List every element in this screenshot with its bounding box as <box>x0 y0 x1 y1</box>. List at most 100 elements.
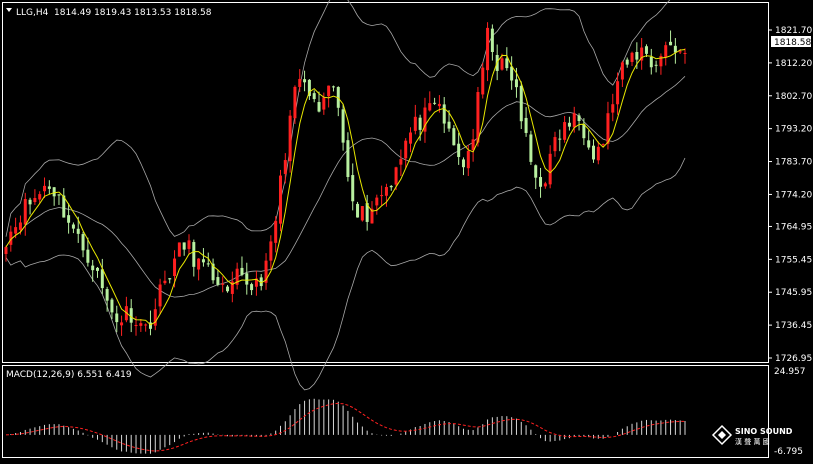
candle-body <box>683 52 687 54</box>
candle-body <box>4 247 8 254</box>
candle-body <box>351 175 355 202</box>
candle-body <box>461 159 465 168</box>
dropdown-triangle-icon[interactable] <box>6 8 12 12</box>
candle-body <box>269 241 273 261</box>
price-tick-label: 1764.95 <box>775 222 812 232</box>
price-axis: 1821.70 1812.20 1802.70 1793.20 1783.70 1774.… <box>768 26 812 364</box>
candle-body <box>620 62 624 80</box>
candle-body <box>644 46 648 54</box>
candle-body <box>331 86 335 88</box>
price-tick-label: 1726.95 <box>775 354 812 364</box>
candle-body <box>486 27 490 71</box>
candle-body <box>293 86 297 119</box>
price-tick-label: 1802.70 <box>775 92 812 102</box>
logo-line1: SINO SOUND <box>735 427 793 436</box>
chart-svg[interactable]: 1821.70 1812.20 1802.70 1793.20 1783.70 1774.… <box>0 0 813 460</box>
candle-body <box>67 215 71 223</box>
candle-body <box>216 277 220 285</box>
candle-body <box>577 115 581 122</box>
candle-body <box>52 187 56 197</box>
candle-body <box>558 138 562 140</box>
candle-body <box>625 59 629 65</box>
bollinger-middle <box>5 76 686 298</box>
candle-body <box>490 28 494 53</box>
candle-body <box>543 183 547 187</box>
candle-body <box>76 228 80 234</box>
price-tick-label: 1755.45 <box>775 255 812 265</box>
candle-body <box>437 103 441 107</box>
candle-body <box>240 267 244 275</box>
candle-body <box>375 197 379 206</box>
candle-body <box>505 58 509 69</box>
candle-body <box>283 160 287 174</box>
logo-line2: 漢 聲 萬 國 <box>735 437 770 446</box>
candle-body <box>587 140 591 148</box>
candle-body <box>173 258 177 277</box>
candle-body <box>197 258 201 270</box>
candle-body <box>201 259 205 263</box>
candle-body <box>250 284 254 291</box>
candle-body <box>288 115 292 162</box>
bollinger-upper <box>5 0 671 237</box>
price-tick-label: 1745.95 <box>775 288 812 298</box>
candle-body <box>81 234 85 251</box>
price-tick-label: 1812.20 <box>775 59 812 69</box>
candle-body <box>206 263 210 265</box>
candle-body <box>678 51 682 53</box>
candle-body <box>110 299 114 313</box>
candle-body <box>327 85 331 97</box>
candle-body <box>572 113 576 128</box>
candle-body <box>514 79 518 88</box>
candle-body <box>442 104 446 124</box>
candle-body <box>384 187 388 196</box>
ohlc-values: 1814.49 1819.43 1813.53 1818.58 <box>54 8 212 18</box>
candle-body <box>192 242 196 267</box>
candle-body <box>38 194 42 200</box>
candle-body <box>168 278 172 280</box>
moving-average <box>5 49 686 326</box>
price-tick-label: 1793.20 <box>775 125 812 135</box>
candle-body <box>47 186 51 189</box>
candle-body <box>500 58 504 70</box>
macd-signal <box>5 402 686 452</box>
candle-body <box>356 203 360 218</box>
candle-body <box>226 286 230 292</box>
candle-body <box>524 117 528 133</box>
candle-body <box>187 240 191 249</box>
macd-axis-bottom: -6.795 <box>774 447 803 457</box>
candle-body <box>596 146 600 161</box>
candle-body <box>100 269 104 289</box>
candle-body <box>539 177 543 187</box>
candle-body <box>413 116 417 131</box>
candle-body <box>476 92 480 143</box>
candle-body <box>418 117 422 130</box>
candle-body <box>457 143 461 157</box>
ma-line <box>5 49 686 326</box>
candle-body <box>86 249 90 263</box>
candle-body <box>664 45 668 58</box>
macd-histogram <box>10 398 686 454</box>
candle-body <box>71 224 75 229</box>
symbol-timeframe: LLG,H4 <box>16 8 49 18</box>
candle-body <box>452 128 456 146</box>
candle-body <box>298 78 302 87</box>
candle-body <box>567 122 571 127</box>
candle-body <box>447 121 451 129</box>
candle-body <box>380 195 384 197</box>
price-tick-label: 1821.70 <box>775 26 812 36</box>
candle-body <box>601 144 605 146</box>
candle-body <box>654 64 658 66</box>
bollinger-bands <box>5 0 686 391</box>
candle-body <box>278 175 282 224</box>
candle-body <box>57 194 61 196</box>
candle-body <box>673 45 677 53</box>
candle-body <box>346 140 350 178</box>
candle-body <box>389 185 393 188</box>
candle-body <box>105 289 109 301</box>
candle-body <box>394 167 398 185</box>
chart-window[interactable]: 1821.70 1812.20 1802.70 1793.20 1783.70 1774.… <box>0 0 813 460</box>
price-panel-frame <box>2 2 769 363</box>
current-price-text: 1818.58 <box>774 38 811 48</box>
candle-body <box>33 198 37 203</box>
candle-body <box>129 308 133 323</box>
